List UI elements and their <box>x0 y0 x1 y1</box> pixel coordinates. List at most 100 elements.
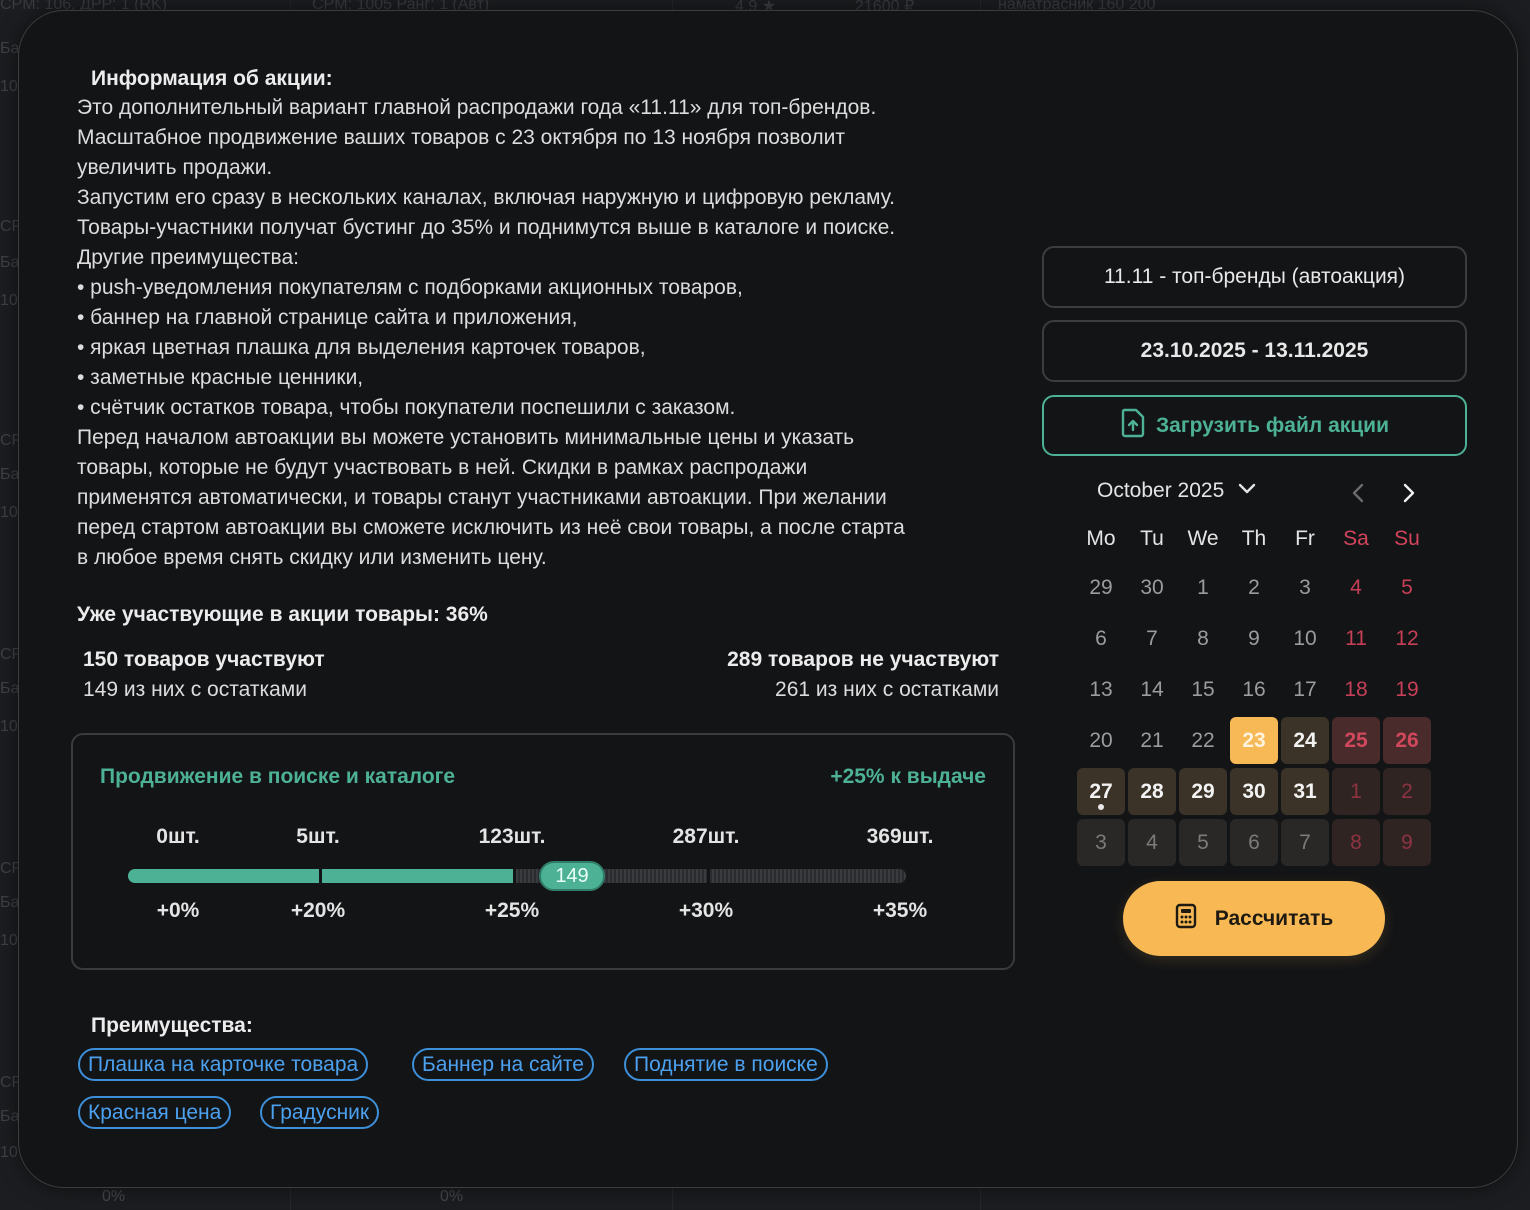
calendar-day[interactable]: 22 <box>1179 717 1227 764</box>
weekday-label: Mo <box>1086 527 1116 550</box>
bg-text: 10 <box>0 292 18 309</box>
info-line: • заметные красные ценники, <box>77 366 364 389</box>
calendar-day[interactable]: 20 <box>1077 717 1125 764</box>
calendar-day-next-month[interactable]: 6 <box>1230 819 1278 866</box>
calendar-day-in-range[interactable]: 31 <box>1281 768 1329 815</box>
tick-percent: +30% <box>678 899 734 922</box>
calendar-day[interactable]: 5 <box>1383 564 1431 611</box>
promotion-track[interactable] <box>128 869 906 883</box>
chevron-down-icon <box>1236 477 1258 505</box>
calendar-day[interactable]: 15 <box>1179 666 1227 713</box>
calendar-day[interactable]: 6 <box>1077 615 1125 662</box>
not-participating-count: 289 товаров не участвуют <box>727 648 999 671</box>
calendar-day-range-start[interactable]: 23 <box>1230 717 1278 764</box>
bg-text: Ба <box>0 40 20 57</box>
calendar-day-in-range[interactable]: 26 <box>1383 717 1431 764</box>
tick-count: 0шт. <box>156 825 200 848</box>
advantage-chip[interactable]: Красная цена <box>78 1096 232 1129</box>
calendar-day[interactable]: 2 <box>1230 564 1278 611</box>
advantage-chip[interactable]: Поднятие в поиске <box>624 1048 828 1081</box>
promotion-slider-thumb[interactable]: 149 <box>539 861 605 891</box>
calendar-day[interactable]: 17 <box>1281 666 1329 713</box>
tick-percent: +25% <box>484 899 540 922</box>
tick-count: 123шт. <box>478 825 546 848</box>
promo-modal: Информация об акции: Это дополнительный … <box>18 10 1518 1188</box>
bg-text: 10 <box>0 504 18 521</box>
track-separator <box>513 869 516 883</box>
calendar-day[interactable]: 4 <box>1332 564 1380 611</box>
calendar-day[interactable]: 18 <box>1332 666 1380 713</box>
not-participating-stock: 261 из них с остатками <box>775 678 999 701</box>
bg-text: 10 <box>0 932 18 949</box>
calendar-day-next-month[interactable]: 5 <box>1179 819 1227 866</box>
calendar-day-next-month[interactable]: 7 <box>1281 819 1329 866</box>
calendar-day-in-range[interactable]: 29 <box>1179 768 1227 815</box>
calendar-day-next-month[interactable]: 9 <box>1383 819 1431 866</box>
weekday-label: Tu <box>1140 527 1164 550</box>
calendar-day[interactable]: 19 <box>1383 666 1431 713</box>
bg-text: 0% <box>102 1188 126 1205</box>
info-line: • счётчик остатков товара, чтобы покупат… <box>77 396 736 419</box>
calendar-day-in-range[interactable]: 25 <box>1332 717 1380 764</box>
bg-text: Ба <box>0 254 20 271</box>
chevron-right-icon[interactable] <box>1396 481 1420 505</box>
calendar-day[interactable]: 29 <box>1077 564 1125 611</box>
calendar-month-selector[interactable]: October 2025 <box>1097 477 1258 505</box>
today-indicator-dot <box>1098 804 1104 810</box>
info-line: Это дополнительный вариант главной распр… <box>77 96 877 119</box>
info-line: • баннер на главной странице сайта и при… <box>77 306 578 329</box>
calendar-day[interactable]: 13 <box>1077 666 1125 713</box>
bg-text: 10 <box>0 1144 18 1161</box>
calendar-day-in-range[interactable]: 24 <box>1281 717 1329 764</box>
calendar-day[interactable]: 7 <box>1128 615 1176 662</box>
tick-percent: +0% <box>156 899 200 922</box>
calendar-day[interactable]: 3 <box>1281 564 1329 611</box>
promo-name-field[interactable]: 11.11 - топ-бренды (автоакция) <box>1042 246 1467 308</box>
info-line: Перед началом автоакции вы можете устано… <box>77 426 855 449</box>
calendar-day[interactable]: 21 <box>1128 717 1176 764</box>
participating-stats: 150 товаров участвуют 149 из них с остат… <box>83 645 325 705</box>
advantage-chip[interactable]: Градусник <box>260 1096 380 1129</box>
weekday-label: Sa <box>1343 527 1369 550</box>
calendar-day[interactable]: 11 <box>1332 615 1380 662</box>
calendar-day[interactable]: 1 <box>1179 564 1227 611</box>
calendar-day-next-month[interactable]: 1 <box>1332 768 1380 815</box>
calendar-day[interactable]: 9 <box>1230 615 1278 662</box>
track-separator <box>707 869 710 883</box>
calendar-day-next-month[interactable]: 2 <box>1383 768 1431 815</box>
advantage-chip[interactable]: Плашка на карточке товара <box>78 1048 369 1081</box>
calendar-day-today[interactable]: 27 <box>1077 768 1125 815</box>
calendar-day[interactable]: 8 <box>1179 615 1227 662</box>
chevron-left-icon[interactable] <box>1347 481 1371 505</box>
track-separator <box>319 869 322 883</box>
bg-text: 10 <box>0 718 18 735</box>
date-range-field[interactable]: 23.10.2025 - 13.11.2025 <box>1042 320 1467 382</box>
calculate-button-label: Рассчитать <box>1214 906 1334 930</box>
calendar-day-next-month[interactable]: 4 <box>1128 819 1176 866</box>
calendar-day-next-month[interactable]: 3 <box>1077 819 1125 866</box>
bg-text: Ба <box>0 680 20 697</box>
calendar-day[interactable]: 30 <box>1128 564 1176 611</box>
bg-text: Ба <box>0 894 20 911</box>
calendar-day[interactable]: 16 <box>1230 666 1278 713</box>
calendar-day-in-range[interactable]: 30 <box>1230 768 1278 815</box>
tick-count: 369шт. <box>866 825 934 848</box>
promotion-panel: Продвижение в поиске и каталоге +25% к в… <box>71 733 1015 970</box>
promotion-bonus: +25% к выдаче <box>830 765 986 788</box>
calendar-day[interactable]: 12 <box>1383 615 1431 662</box>
upload-promo-file-button[interactable]: Загрузить файл акции <box>1042 395 1467 456</box>
info-line: товары, которые не будут участвовать в н… <box>77 456 808 479</box>
advantage-chip[interactable]: Баннер на сайте <box>412 1048 594 1081</box>
calendar-day[interactable]: 10 <box>1281 615 1329 662</box>
bg-text: Ба <box>0 466 20 483</box>
info-line: применятся автоматически, и товары стану… <box>77 486 887 509</box>
tick-count: 5шт. <box>296 825 340 848</box>
calendar-day-number: 27 <box>1089 780 1113 803</box>
calendar-day[interactable]: 14 <box>1128 666 1176 713</box>
not-participating-stats: 289 товаров не участвуют 261 из них с ос… <box>727 645 999 705</box>
bg-left-column: Ба 10 CP Ба 10 CP Ба 10 CP Ба 10 CP Ба 1… <box>0 30 22 1180</box>
promotion-track-fill <box>128 869 516 883</box>
calendar-day-in-range[interactable]: 28 <box>1128 768 1176 815</box>
calendar-day-next-month[interactable]: 8 <box>1332 819 1380 866</box>
calculate-button[interactable]: Рассчитать <box>1123 881 1385 956</box>
